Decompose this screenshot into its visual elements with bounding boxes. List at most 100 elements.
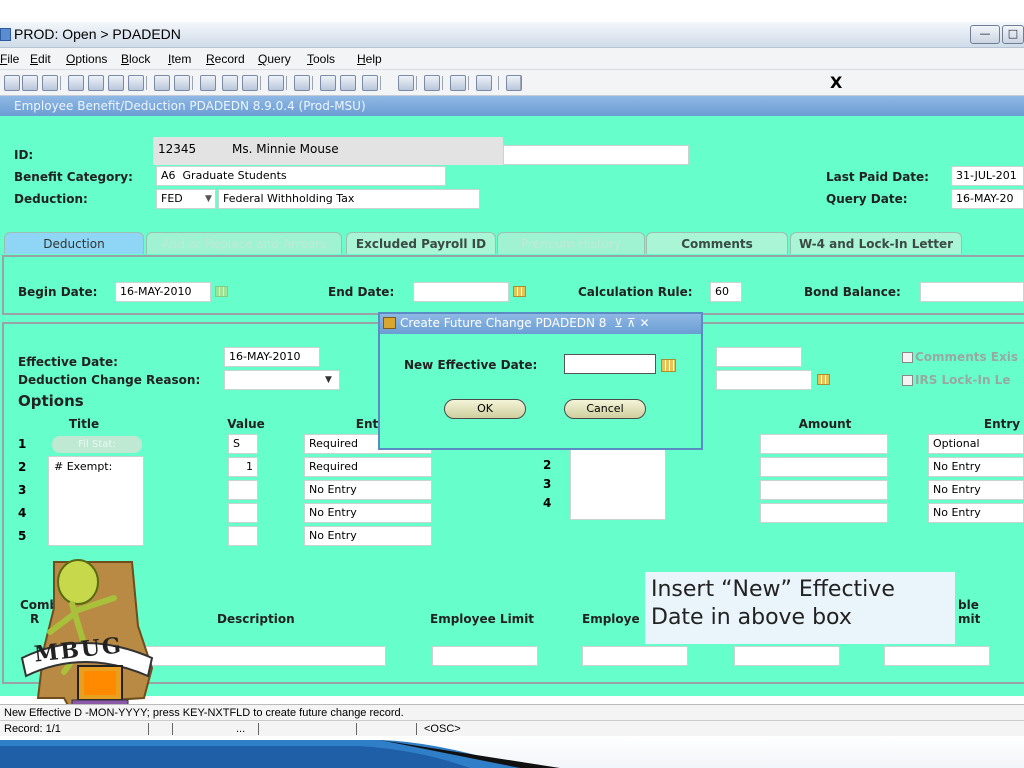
tab-excluded-payroll-id[interactable]: Excluded Payroll ID bbox=[346, 232, 496, 254]
tab-add-or-replace-and-arrears[interactable]: Add or Replace and Arrears bbox=[146, 232, 342, 254]
option-amount-field[interactable] bbox=[760, 480, 888, 500]
dropdown-arrow-icon[interactable]: ▼ bbox=[325, 373, 332, 387]
menu-options[interactable]: Options bbox=[66, 52, 107, 66]
maximize-button[interactable]: □ bbox=[1002, 25, 1024, 44]
menu-mnemonic: H bbox=[357, 52, 366, 66]
window-title: PROD: Open > PDADEDN bbox=[14, 26, 181, 42]
end-date-field[interactable] bbox=[413, 282, 509, 302]
menu-query[interactable]: Query bbox=[258, 52, 291, 66]
new-record-icon[interactable] bbox=[42, 75, 58, 91]
option-value-field[interactable]: S bbox=[228, 434, 258, 454]
tab-w-4-and-lock-in-letter[interactable]: W-4 and Lock-In Letter bbox=[790, 232, 962, 254]
option-amount-field[interactable] bbox=[760, 503, 888, 523]
last-record-icon[interactable] bbox=[128, 75, 144, 91]
search-icon[interactable] bbox=[294, 75, 310, 91]
option-value-field[interactable] bbox=[228, 480, 258, 500]
combined-rule-field[interactable] bbox=[136, 646, 386, 666]
right-upper-field[interactable] bbox=[716, 347, 802, 367]
save-icon[interactable] bbox=[4, 75, 20, 91]
menu-mnemonic: R bbox=[206, 52, 215, 66]
calculation-rule-field[interactable]: 60 bbox=[710, 282, 742, 302]
query-date-field[interactable]: 16-MAY-20 bbox=[951, 189, 1024, 209]
cancel-button[interactable]: Cancel bbox=[564, 399, 646, 419]
begin-date-field[interactable]: 16-MAY-2010 bbox=[115, 282, 211, 302]
last-paid-value: 31-JUL-201 bbox=[956, 169, 1017, 182]
next-record-icon[interactable] bbox=[108, 75, 124, 91]
insert-record-icon[interactable] bbox=[242, 75, 258, 91]
tab-premium-history[interactable]: Premium History bbox=[497, 232, 645, 254]
option-entry-field: No Entry bbox=[304, 526, 432, 546]
filing-status-button[interactable]: Fil Stat: bbox=[52, 436, 142, 453]
employee-limit-field[interactable] bbox=[432, 646, 538, 666]
begin-date-calendar-icon[interactable] bbox=[215, 286, 228, 297]
id-extra-field[interactable] bbox=[503, 145, 689, 165]
last-paid-field: 31-JUL-201 bbox=[951, 166, 1024, 186]
lookup-icon[interactable] bbox=[450, 75, 466, 91]
bond-balance-field[interactable] bbox=[920, 282, 1024, 302]
menu-help[interactable]: Help bbox=[357, 52, 382, 66]
option-value-field[interactable] bbox=[228, 526, 258, 546]
status-divider bbox=[356, 723, 357, 735]
menu-file[interactable]: File bbox=[0, 52, 19, 66]
remove-record-icon[interactable] bbox=[222, 75, 238, 91]
effective-date-field[interactable]: 16-MAY-2010 bbox=[224, 347, 320, 367]
deduction-desc-field: Federal Withholding Tax bbox=[218, 189, 480, 209]
deduction-code-field[interactable]: FED ▼ bbox=[156, 189, 216, 209]
benefit-category-label: Benefit Category: bbox=[14, 170, 133, 184]
status-divider bbox=[148, 723, 149, 735]
ok-button[interactable]: OK bbox=[444, 399, 526, 419]
slide-footer bbox=[0, 736, 1024, 768]
exit-button[interactable]: X bbox=[830, 73, 842, 92]
calculation-rule-label: Calculation Rule: bbox=[578, 285, 693, 299]
benefit-category-field[interactable]: A6 Graduate Students bbox=[156, 166, 446, 186]
add-icon[interactable] bbox=[320, 75, 336, 91]
effective-date-value: 16-MAY-2010 bbox=[229, 350, 301, 363]
minimize-button[interactable]: — bbox=[970, 25, 1000, 44]
help-audio-icon[interactable] bbox=[398, 75, 414, 91]
option-value-field[interactable]: 1 bbox=[228, 457, 258, 477]
limit-field-4[interactable] bbox=[734, 646, 840, 666]
menu-item[interactable]: Item bbox=[168, 52, 191, 66]
enter-query-icon[interactable] bbox=[154, 75, 170, 91]
execute-query-icon[interactable] bbox=[174, 75, 190, 91]
block-up-icon[interactable] bbox=[340, 75, 356, 91]
limit-field-5[interactable] bbox=[884, 646, 990, 666]
dropdown-arrow-icon[interactable]: ▼ bbox=[205, 192, 212, 206]
rollback-icon[interactable] bbox=[22, 75, 38, 91]
tab-deduction[interactable]: Deduction bbox=[4, 232, 144, 254]
menu-block[interactable]: Block bbox=[121, 52, 150, 66]
toolbar-separator bbox=[468, 76, 469, 90]
irs-lock-checkbox[interactable] bbox=[902, 375, 913, 386]
spell-icon[interactable] bbox=[424, 75, 440, 91]
tab-comments[interactable]: Comments bbox=[646, 232, 788, 254]
print-icon[interactable] bbox=[268, 75, 284, 91]
end-date-calendar-icon[interactable] bbox=[513, 286, 526, 297]
option-amount-field[interactable] bbox=[760, 434, 888, 454]
new-effective-date-field[interactable] bbox=[564, 354, 656, 374]
calendar-icon[interactable] bbox=[817, 374, 830, 385]
change-reason-field[interactable]: ▼ bbox=[224, 370, 340, 390]
dialog-app-icon bbox=[383, 317, 396, 329]
block-down-icon[interactable] bbox=[362, 75, 378, 91]
id-label: ID: bbox=[14, 148, 34, 162]
option-amount-field[interactable] bbox=[760, 457, 888, 477]
info-icon[interactable] bbox=[476, 75, 492, 91]
options-icon[interactable] bbox=[200, 75, 216, 91]
menu-mnemonic: O bbox=[66, 52, 76, 66]
id-value[interactable]: 12345 bbox=[158, 142, 196, 156]
benefit-category-code: A6 bbox=[161, 169, 176, 182]
previous-record-icon[interactable] bbox=[88, 75, 104, 91]
right-lower-field[interactable] bbox=[716, 370, 812, 390]
comments-exist-checkbox[interactable] bbox=[902, 352, 913, 363]
employer-limit-field[interactable] bbox=[582, 646, 688, 666]
menu-tools[interactable]: Tools bbox=[307, 52, 335, 66]
toolbar-separator bbox=[442, 76, 443, 90]
dialog-window-controls-icon[interactable]: ⊻ ⊼ ✕ bbox=[614, 316, 649, 330]
option-value-field[interactable] bbox=[228, 503, 258, 523]
toolbar-separator bbox=[416, 76, 417, 90]
option-row-number: 4 bbox=[543, 496, 552, 510]
new-effective-date-calendar-icon[interactable] bbox=[661, 359, 676, 372]
menu-edit[interactable]: Edit bbox=[30, 52, 51, 66]
first-record-icon[interactable] bbox=[68, 75, 84, 91]
menu-record[interactable]: Record bbox=[206, 52, 245, 66]
